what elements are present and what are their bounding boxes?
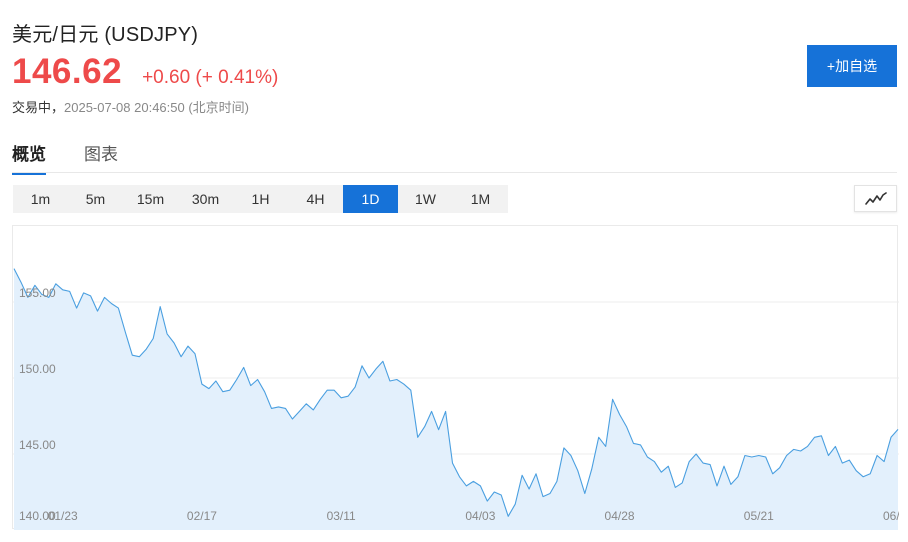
x-tick-label: 01/23: [48, 509, 78, 523]
status-label: 交易中，: [12, 100, 65, 115]
price-area: [14, 268, 898, 530]
price-row: 146.62 +0.60 (+ 0.41%): [12, 52, 278, 92]
x-tick-label: 03/11: [327, 509, 356, 523]
y-tick-label: 155.00: [19, 286, 56, 300]
period-1w[interactable]: 1W: [398, 185, 453, 213]
chart-type-button[interactable]: [854, 185, 897, 212]
x-tick-label: 02/17: [187, 509, 217, 523]
x-tick-label: 04/03: [465, 509, 495, 523]
current-price: 146.62: [12, 52, 123, 91]
period-4h[interactable]: 4H: [288, 185, 343, 213]
price-chart[interactable]: 155.00 150.00 145.00 140.00 01/23 02/17 03/11 0…: [12, 225, 899, 530]
tab-bar: 概览 图表: [12, 140, 156, 175]
tab-chart[interactable]: 图表: [84, 140, 118, 175]
tabs-divider: [12, 172, 897, 173]
x-tick-label: 04/28: [605, 509, 635, 523]
status-time: 2025-07-08 20:46:50 (北京时间): [64, 100, 249, 115]
period-5m[interactable]: 5m: [68, 185, 123, 213]
page-title: 美元/日元 (USDJPY): [12, 24, 199, 46]
y-tick-label: 145.00: [19, 438, 56, 452]
period-1m[interactable]: 1m: [13, 185, 68, 213]
price-chart-svg: 155.00150.00145.00140.0001/23 02/17 03/11 0…: [13, 268, 899, 530]
period-1mo[interactable]: 1M: [453, 185, 508, 213]
period-30m[interactable]: 30m: [178, 185, 233, 213]
price-change: +0.60 (+ 0.41%): [142, 67, 279, 88]
trading-status: 交易中，2025-07-08 20:46:50 (北京时间): [12, 97, 249, 116]
x-tick-label: 05/21: [744, 509, 774, 523]
period-1h[interactable]: 1H: [233, 185, 288, 213]
period-1d[interactable]: 1D: [343, 185, 398, 213]
y-tick-label: 150.00: [19, 362, 56, 376]
period-selector: 1m 5m 15m 30m 1H 4H 1D 1W 1M: [13, 185, 508, 213]
tab-overview[interactable]: 概览: [12, 140, 46, 175]
period-15m[interactable]: 15m: [123, 185, 178, 213]
line-chart-icon: [864, 191, 887, 205]
add-watchlist-button[interactable]: +加自选: [807, 45, 897, 87]
x-tick-label: 06/13: [883, 509, 899, 523]
